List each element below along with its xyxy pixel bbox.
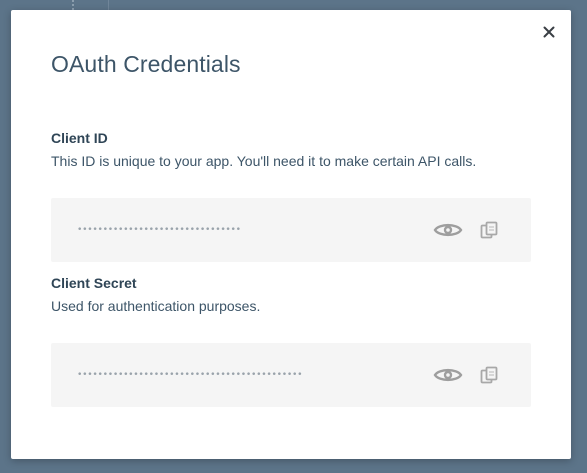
- client-id-field: ••••••••••••••••••••••••••••••••: [51, 198, 531, 262]
- client-id-description: This ID is unique to your app. You'll ne…: [51, 153, 477, 169]
- modal-title: OAuth Credentials: [51, 51, 241, 77]
- eye-icon: [433, 223, 463, 237]
- copy-client-id-button[interactable]: [479, 220, 499, 240]
- backdrop-decoration: [108, 0, 111, 10]
- backdrop-decoration: [72, 0, 76, 10]
- eye-icon: [433, 368, 463, 382]
- oauth-credentials-modal: OAuth Credentials Client ID This ID is u…: [11, 10, 571, 459]
- close-icon: [543, 26, 555, 38]
- client-id-label: Client ID: [51, 130, 108, 146]
- close-button[interactable]: [541, 24, 557, 40]
- copy-icon: [480, 366, 498, 384]
- copy-client-secret-button[interactable]: [479, 365, 499, 385]
- client-id-masked-value: ••••••••••••••••••••••••••••••••: [77, 225, 241, 235]
- client-secret-masked-value: ••••••••••••••••••••••••••••••••••••••••…: [77, 370, 303, 380]
- client-secret-description: Used for authentication purposes.: [51, 298, 261, 314]
- client-secret-label: Client Secret: [51, 275, 137, 291]
- copy-icon: [480, 221, 498, 239]
- client-id-section: Client ID This ID is unique to your app.…: [51, 130, 531, 262]
- client-secret-section: Client Secret Used for authentication pu…: [51, 275, 531, 407]
- reveal-client-id-button[interactable]: [433, 220, 463, 240]
- client-secret-field: ••••••••••••••••••••••••••••••••••••••••…: [51, 343, 531, 407]
- reveal-client-secret-button[interactable]: [433, 365, 463, 385]
